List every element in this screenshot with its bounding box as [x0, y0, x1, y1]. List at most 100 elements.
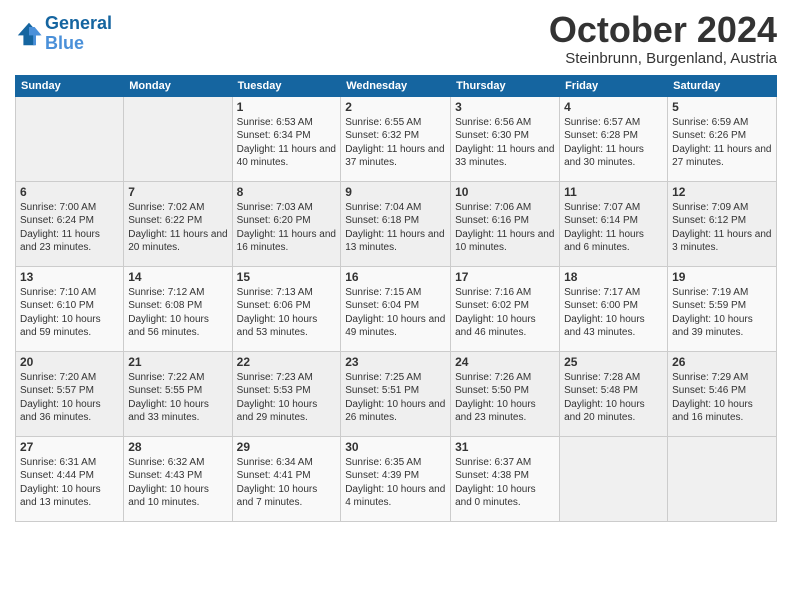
day-info: Sunrise: 7:13 AMSunset: 6:06 PMDaylight:… [237, 286, 337, 340]
calendar-week-row-5: 27 Sunrise: 6:31 AMSunset: 4:44 PMDayligh… [16, 436, 777, 521]
day-info: Sunrise: 7:06 AMSunset: 6:16 PMDaylight:… [455, 201, 555, 255]
day-number: 14 [128, 270, 227, 284]
calendar-cell: 21 Sunrise: 7:22 AMSunset: 5:55 PMDayligh… [124, 351, 232, 436]
calendar-cell: 26Sunrise: 7:29 AMSunset: 5:46 PMDayligh… [668, 351, 777, 436]
day-info: Sunrise: 6:32 AMSunset: 4:43 PMDaylight:… [128, 456, 227, 510]
calendar-cell: 7 Sunrise: 7:02 AMSunset: 6:22 PMDaylight… [124, 181, 232, 266]
day-info: Sunrise: 7:29 AMSunset: 5:46 PMDaylight:… [672, 371, 772, 425]
calendar-cell [560, 436, 668, 521]
col-thursday: Thursday [451, 75, 560, 96]
calendar-cell [16, 96, 124, 181]
calendar-cell: 9Sunrise: 7:04 AMSunset: 6:18 PMDaylight… [341, 181, 451, 266]
day-info: Sunrise: 7:07 AMSunset: 6:14 PMDaylight:… [564, 201, 663, 255]
calendar-cell: 19Sunrise: 7:19 AMSunset: 5:59 PMDayligh… [668, 266, 777, 351]
calendar-cell [668, 436, 777, 521]
day-number: 8 [237, 185, 337, 199]
calendar-week-row-1: 1 Sunrise: 6:53 AMSunset: 6:34 PMDaylight… [16, 96, 777, 181]
calendar-cell: 15 Sunrise: 7:13 AMSunset: 6:06 PMDayligh… [232, 266, 341, 351]
day-number: 24 [455, 355, 555, 369]
calendar-cell: 13 Sunrise: 7:10 AMSunset: 6:10 PMDayligh… [16, 266, 124, 351]
calendar-cell: 5 Sunrise: 6:59 AMSunset: 6:26 PMDaylight… [668, 96, 777, 181]
day-info: Sunrise: 7:00 AMSunset: 6:24 PMDaylight:… [20, 201, 119, 255]
day-info: Sunrise: 7:12 AMSunset: 6:08 PMDaylight:… [128, 286, 227, 340]
day-number: 7 [128, 185, 227, 199]
col-friday: Friday [560, 75, 668, 96]
calendar-cell: 11Sunrise: 7:07 AMSunset: 6:14 PMDayligh… [560, 181, 668, 266]
col-sunday: Sunday [16, 75, 124, 96]
calendar-cell: 31 Sunrise: 6:37 AMSunset: 4:38 PMDayligh… [451, 436, 560, 521]
day-number: 9 [345, 185, 446, 199]
calendar-cell: 29Sunrise: 6:34 AMSunset: 4:41 PMDayligh… [232, 436, 341, 521]
col-saturday: Saturday [668, 75, 777, 96]
day-number: 16 [345, 270, 446, 284]
calendar-cell: 30 Sunrise: 6:35 AMSunset: 4:39 PMDayligh… [341, 436, 451, 521]
calendar-week-row-4: 20Sunrise: 7:20 AMSunset: 5:57 PMDayligh… [16, 351, 777, 436]
calendar-cell [124, 96, 232, 181]
day-number: 31 [455, 440, 555, 454]
day-info: Sunrise: 7:22 AMSunset: 5:55 PMDaylight:… [128, 371, 227, 425]
day-info: Sunrise: 7:03 AMSunset: 6:20 PMDaylight:… [237, 201, 337, 255]
day-info: Sunrise: 6:55 AMSunset: 6:32 PMDaylight:… [345, 116, 446, 170]
day-number: 28 [128, 440, 227, 454]
day-number: 21 [128, 355, 227, 369]
calendar-cell: 2 Sunrise: 6:55 AMSunset: 6:32 PMDaylight… [341, 96, 451, 181]
day-number: 29 [237, 440, 337, 454]
day-number: 10 [455, 185, 555, 199]
day-info: Sunrise: 7:28 AMSunset: 5:48 PMDaylight:… [564, 371, 663, 425]
day-number: 27 [20, 440, 119, 454]
day-number: 30 [345, 440, 446, 454]
day-number: 19 [672, 270, 772, 284]
day-info: Sunrise: 7:10 AMSunset: 6:10 PMDaylight:… [20, 286, 119, 340]
calendar-cell: 24 Sunrise: 7:26 AMSunset: 5:50 PMDayligh… [451, 351, 560, 436]
calendar-cell: 28 Sunrise: 6:32 AMSunset: 4:43 PMDayligh… [124, 436, 232, 521]
day-number: 6 [20, 185, 119, 199]
calendar-header-row: Sunday Monday Tuesday Wednesday Thursday… [16, 75, 777, 96]
logo-brand: GeneralBlue [45, 14, 112, 54]
logo-icon [15, 20, 43, 48]
day-info: Sunrise: 7:15 AMSunset: 6:04 PMDaylight:… [345, 286, 446, 340]
day-info: Sunrise: 6:37 AMSunset: 4:38 PMDaylight:… [455, 456, 555, 510]
calendar-cell: 1 Sunrise: 6:53 AMSunset: 6:34 PMDaylight… [232, 96, 341, 181]
day-number: 18 [564, 270, 663, 284]
day-info: Sunrise: 6:59 AMSunset: 6:26 PMDaylight:… [672, 116, 772, 170]
day-number: 5 [672, 100, 772, 114]
calendar-cell: 25 Sunrise: 7:28 AMSunset: 5:48 PMDayligh… [560, 351, 668, 436]
day-number: 25 [564, 355, 663, 369]
location-title: Steinbrunn, Burgenland, Austria [549, 50, 777, 67]
header: GeneralBlue October 2024 Steinbrunn, Bur… [15, 10, 777, 67]
day-info: Sunrise: 6:56 AMSunset: 6:30 PMDaylight:… [455, 116, 555, 170]
day-info: Sunrise: 7:26 AMSunset: 5:50 PMDaylight:… [455, 371, 555, 425]
day-info: Sunrise: 7:02 AMSunset: 6:22 PMDaylight:… [128, 201, 227, 255]
calendar-cell: 8 Sunrise: 7:03 AMSunset: 6:20 PMDaylight… [232, 181, 341, 266]
col-wednesday: Wednesday [341, 75, 451, 96]
calendar-week-row-3: 13 Sunrise: 7:10 AMSunset: 6:10 PMDayligh… [16, 266, 777, 351]
calendar-cell: 18Sunrise: 7:17 AMSunset: 6:00 PMDayligh… [560, 266, 668, 351]
day-info: Sunrise: 7:16 AMSunset: 6:02 PMDaylight:… [455, 286, 555, 340]
day-number: 15 [237, 270, 337, 284]
calendar-cell: 22 Sunrise: 7:23 AMSunset: 5:53 PMDayligh… [232, 351, 341, 436]
calendar-cell: 10 Sunrise: 7:06 AMSunset: 6:16 PMDayligh… [451, 181, 560, 266]
day-info: Sunrise: 6:35 AMSunset: 4:39 PMDaylight:… [345, 456, 446, 510]
calendar-cell: 20Sunrise: 7:20 AMSunset: 5:57 PMDayligh… [16, 351, 124, 436]
calendar-cell: 6 Sunrise: 7:00 AMSunset: 6:24 PMDaylight… [16, 181, 124, 266]
day-number: 22 [237, 355, 337, 369]
calendar-cell: 17 Sunrise: 7:16 AMSunset: 6:02 PMDayligh… [451, 266, 560, 351]
day-info: Sunrise: 7:25 AMSunset: 5:51 PMDaylight:… [345, 371, 446, 425]
page: GeneralBlue October 2024 Steinbrunn, Bur… [0, 0, 792, 612]
day-number: 2 [345, 100, 446, 114]
day-number: 4 [564, 100, 663, 114]
calendar-cell: 4Sunrise: 6:57 AMSunset: 6:28 PMDaylight… [560, 96, 668, 181]
day-info: Sunrise: 7:23 AMSunset: 5:53 PMDaylight:… [237, 371, 337, 425]
day-info: Sunrise: 6:53 AMSunset: 6:34 PMDaylight:… [237, 116, 337, 170]
day-number: 1 [237, 100, 337, 114]
day-number: 13 [20, 270, 119, 284]
day-number: 23 [345, 355, 446, 369]
calendar-cell: 12Sunrise: 7:09 AMSunset: 6:12 PMDayligh… [668, 181, 777, 266]
day-info: Sunrise: 7:09 AMSunset: 6:12 PMDaylight:… [672, 201, 772, 255]
month-title: October 2024 [549, 10, 777, 50]
col-tuesday: Tuesday [232, 75, 341, 96]
calendar-cell: 27 Sunrise: 6:31 AMSunset: 4:44 PMDayligh… [16, 436, 124, 521]
day-number: 17 [455, 270, 555, 284]
day-info: Sunrise: 6:31 AMSunset: 4:44 PMDaylight:… [20, 456, 119, 510]
logo: GeneralBlue [15, 14, 112, 54]
